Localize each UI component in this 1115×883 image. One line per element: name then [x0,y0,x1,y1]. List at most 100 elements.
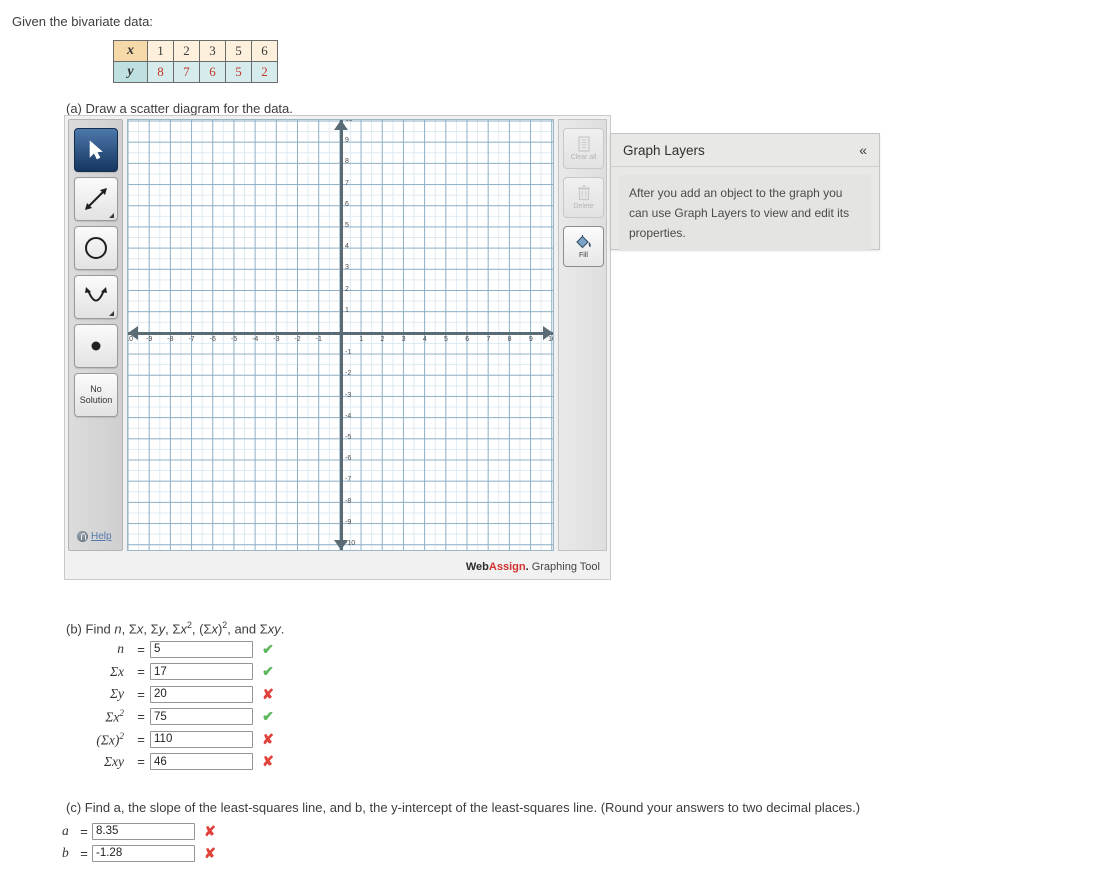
answer-row-sum-y: Σy = ✘ [66,683,278,706]
status-icon-n-correct: ✔ [262,640,274,657]
parabola-icon [85,287,107,302]
fill-button[interactable]: Fill [563,226,604,267]
part-b-answers: n = ✔ Σx = ✔ Σy = ✘ Σx2 = ✔ (Σx)2 = ✘ [66,638,278,773]
parabola-tool-button[interactable] [74,275,118,319]
x-tick-label-1: 1 [359,336,364,343]
table-cell-x-0: 1 [147,40,174,62]
no-solution-button[interactable]: No Solution [74,373,118,417]
table-cell-y-1: 7 [173,61,200,83]
tool-options-corner-icon [109,213,114,218]
input-sum-x-squared[interactable] [150,730,253,748]
no-solution-label-line1: No [90,384,102,394]
y-tick-label-9: 9 [345,137,349,145]
table-cell-y-3: 5 [225,61,252,83]
input-n[interactable] [150,640,253,658]
equals-sign: = [137,641,145,657]
equals-sign: = [80,845,88,861]
line-tool-button[interactable] [74,177,118,221]
graph-toolbar: No Solution Help [68,119,123,551]
graph-layers-title: Graph Layers [623,142,705,158]
y-tick-label--7: -7 [345,476,352,484]
input-a[interactable] [92,822,195,840]
status-icon-sum-xy-incorrect: ✘ [262,753,274,770]
y-tick-label--6: -6 [345,455,352,463]
circle-outline-icon [85,237,107,259]
arrow-cursor-icon [89,140,103,160]
x-tick-label-9: 9 [528,336,533,343]
x-tick-label-10: 10 [548,336,553,343]
equals-sign: = [137,664,145,680]
answer-row-sum-xy: Σxy = ✘ [66,751,278,774]
document-icon [577,136,590,152]
part-a-prompt: (a) Draw a scatter diagram for the data. [66,101,293,116]
x-tick-label-7: 7 [486,336,491,343]
x-tick-label-6: 6 [465,336,470,343]
x-tick-label--10: -10 [128,336,134,343]
equals-sign: = [80,823,88,839]
delete-button[interactable]: Delete [563,177,604,218]
graph-action-buttons: Clear all Delete Fill [558,119,607,551]
no-solution-label-line2: Solution [79,395,113,405]
x-tick-label--3: -3 [273,336,280,343]
answer-row-sum-x: Σx = ✔ [66,661,278,684]
collapse-panel-icon[interactable]: « [859,142,867,158]
part-b-prompt: (b) Find n, Σx, Σy, Σx2, (Σx)2, and Σxy. [66,620,285,637]
tool-options-corner-icon [109,311,114,316]
answer-row-b: b = ✘ [62,842,220,864]
brand-web: Web [465,561,489,573]
part-b-prefix: (b) Find [66,621,115,637]
table-cell-x-1: 2 [173,40,200,62]
input-sum-x2[interactable] [150,708,253,726]
intro-text: Given the bivariate data: [12,14,153,29]
graph-canvas[interactable]: -10 -9 -8 -7 -6 -5 -4 -3 -2 -1 1 2 3 4 5 6 7 8 9 10 10 9 8 7 6 5 4… [127,119,554,551]
x-tick-label-8: 8 [507,336,512,343]
fill-label: Fill [579,252,588,259]
table-cell-y-2: 6 [199,61,226,83]
filled-dot-icon [91,341,101,351]
graphing-tool: No Solution Help -10 -9 -8 -7 -6 -5 -4 -3 -2 -1 1 [64,115,611,580]
x-tick-label--9: -9 [146,336,153,343]
worksheet-page: Given the bivariate data: x 1 2 3 5 6 y … [0,0,1115,883]
delete-label: Delete [573,203,594,210]
paint-bucket-icon [576,235,591,249]
input-sum-y[interactable] [150,685,253,703]
x-tick-label--1: -1 [315,336,322,343]
part-c-answers: a = ✘ b = ✘ [62,820,220,864]
bivariate-data-table: x 1 2 3 5 6 y 8 7 6 5 2 [113,40,278,83]
table-cell-x-3: 5 [225,40,252,62]
input-b[interactable] [92,844,195,862]
x-tick-label--6: -6 [209,336,216,343]
table-cell-y-4: 2 [251,61,278,83]
answer-row-a: a = ✘ [62,820,220,842]
label-a: a [62,823,69,838]
label-sum-y: Σy [109,686,124,702]
table-header-x: x [113,40,148,62]
circle-tool-button[interactable] [74,226,118,270]
pointer-tool-button[interactable] [74,128,118,172]
y-tick-label--2: -2 [345,370,352,378]
equals-sign: = [137,686,145,702]
label-sum-x2: Σx2 [105,708,124,725]
equals-sign: = [137,754,145,770]
brand-subtitle: Graphing Tool [528,561,600,573]
point-tool-button[interactable] [74,324,118,368]
double-arrow-line-icon [85,188,107,210]
y-tick-label--10: -10 [345,540,356,547]
label-b: b [62,845,69,860]
table-row-y: y 8 7 6 5 2 [113,61,278,83]
status-icon-sum-x-squared-incorrect: ✘ [262,730,274,747]
y-tick-label-3: 3 [345,264,349,272]
y-tick-label--3: -3 [345,391,352,399]
y-tick-label-1: 1 [345,306,349,314]
graph-layers-body-text: After you add an object to the graph you… [619,175,871,251]
clear-all-button[interactable]: Clear all [563,128,604,169]
table-header-y: y [113,61,148,83]
input-sum-x[interactable] [150,663,253,681]
x-tick-label--8: -8 [167,336,174,343]
label-sum-xy: Σxy [103,753,124,769]
status-icon-b-incorrect: ✘ [204,844,216,861]
input-sum-xy[interactable] [150,753,253,771]
x-tick-label--5: -5 [230,336,238,343]
answer-row-n: n = ✔ [66,638,278,661]
help-link[interactable]: Help [77,531,112,542]
